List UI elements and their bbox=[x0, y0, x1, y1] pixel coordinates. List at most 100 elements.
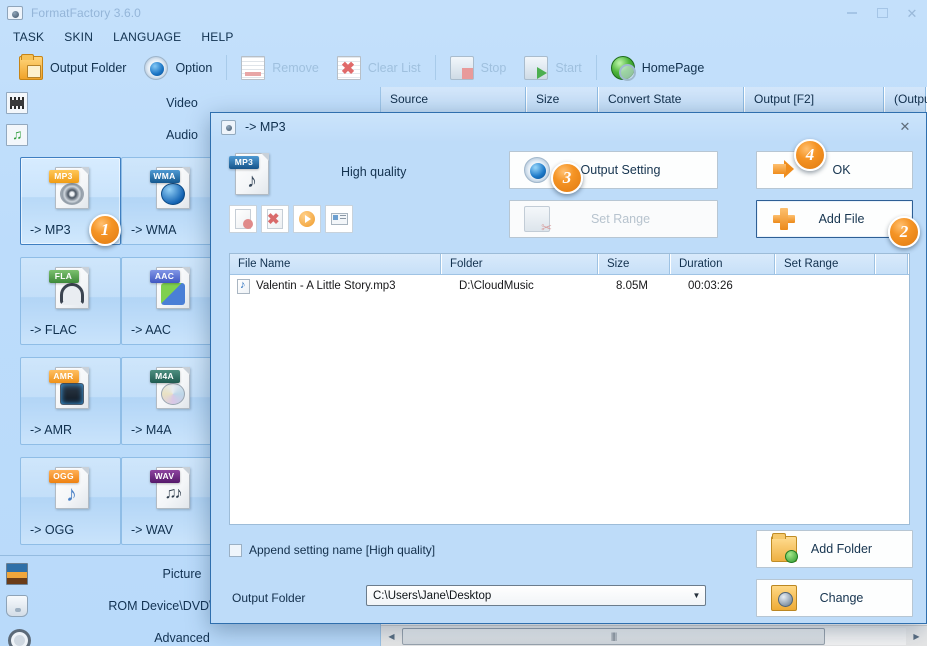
dialog-title-bar: -> MP3 ✕ bbox=[211, 113, 926, 141]
scrollbar-thumb[interactable]: |||| bbox=[402, 628, 825, 645]
format-label-aac: -> AAC bbox=[131, 323, 171, 337]
format-label-wav: -> WAV bbox=[131, 523, 173, 537]
close-icon[interactable]: ✕ bbox=[897, 0, 927, 26]
triangle-right-icon[interactable]: ▶ bbox=[908, 628, 925, 645]
scissors-icon bbox=[524, 206, 550, 232]
format-label-flac: -> FLAC bbox=[30, 323, 77, 337]
menu-skin[interactable]: SKIN bbox=[64, 28, 103, 46]
main-list-hscrollbar[interactable]: ◀ |||| ▶ bbox=[381, 625, 927, 646]
convert-start-icon bbox=[524, 56, 548, 80]
minimize-icon[interactable] bbox=[837, 0, 867, 26]
format-label-wma: -> WMA bbox=[131, 223, 176, 237]
format-tag-mp3: MP3 bbox=[49, 170, 79, 183]
wma-file-icon: WMA bbox=[152, 165, 192, 211]
annotation-badge-2: 2 bbox=[888, 216, 920, 248]
add-folder-label: Add Folder bbox=[797, 542, 912, 556]
window-controls: ✕ bbox=[837, 0, 927, 26]
format-tile-wma[interactable]: WMA -> WMA bbox=[121, 157, 222, 245]
remove-button[interactable]: Remove bbox=[232, 51, 328, 85]
scrollbar-grip: |||| bbox=[611, 631, 616, 641]
file-column-set-range[interactable]: Set Range bbox=[776, 254, 876, 274]
quality-label: High quality bbox=[341, 165, 406, 179]
maximize-icon[interactable] bbox=[867, 0, 897, 26]
mp3-file-icon: MP3 bbox=[51, 165, 91, 211]
stop-button[interactable]: Stop bbox=[441, 51, 516, 85]
category-video-label: Video bbox=[28, 96, 381, 110]
append-setting-row[interactable]: Append setting name [High quality] bbox=[229, 543, 435, 557]
start-button[interactable]: Start bbox=[515, 51, 590, 85]
column-output-extra[interactable]: (Output bbox=[885, 87, 927, 112]
row-file-name: Valentin - A Little Story.mp3 bbox=[248, 280, 451, 292]
format-tile-flac[interactable]: FLA -> FLAC bbox=[20, 257, 121, 345]
start-label: Start bbox=[555, 61, 581, 75]
minus-badge-icon bbox=[243, 219, 253, 229]
homepage-button[interactable]: HomePage bbox=[602, 51, 714, 85]
change-label: Change bbox=[797, 591, 912, 605]
file-column-extra[interactable] bbox=[876, 254, 909, 274]
dialog-app-icon bbox=[221, 120, 236, 135]
audio-file-icon bbox=[237, 279, 250, 294]
format-tile-amr[interactable]: AMR -> AMR bbox=[20, 357, 121, 445]
chevron-down-icon[interactable]: ▼ bbox=[688, 586, 705, 605]
format-label-ogg: -> OGG bbox=[30, 523, 74, 537]
app-icon bbox=[7, 5, 23, 21]
menu-task[interactable]: TASK bbox=[13, 28, 54, 46]
menu-help[interactable]: HELP bbox=[201, 28, 243, 46]
format-tag-wma: WMA bbox=[150, 170, 180, 183]
clear-list-button[interactable]: ✖ bbox=[261, 205, 289, 233]
annotation-badge-4: 4 bbox=[794, 139, 826, 171]
column-source[interactable]: Source bbox=[381, 87, 527, 112]
format-tile-aac[interactable]: AAC -> AAC bbox=[121, 257, 222, 345]
dialog-close-icon[interactable]: ✕ bbox=[892, 117, 918, 137]
output-folder-label: Output Folder bbox=[50, 61, 126, 75]
format-tag-amr: AMR bbox=[49, 370, 79, 383]
preview-play-button[interactable] bbox=[293, 205, 321, 233]
category-advanced-label: Advanced bbox=[28, 631, 381, 645]
triangle-left-icon[interactable]: ◀ bbox=[383, 628, 400, 645]
table-row[interactable]: Valentin - A Little Story.mp3 D:\CloudMu… bbox=[230, 275, 909, 297]
clear-list-label: Clear List bbox=[368, 61, 421, 75]
file-column-name[interactable]: File Name bbox=[230, 254, 442, 274]
clear-list-button[interactable]: ✖ Clear List bbox=[328, 51, 430, 85]
file-column-folder[interactable]: Folder bbox=[442, 254, 599, 274]
change-button[interactable]: Change bbox=[756, 579, 913, 617]
format-tag-m4a: M4A bbox=[150, 370, 180, 383]
option-button[interactable]: Option bbox=[135, 51, 221, 85]
formatfactory-window: FormatFactory 3.6.0 ✕ TASK SKIN LANGUAGE… bbox=[0, 0, 927, 646]
column-convert-state[interactable]: Convert State bbox=[599, 87, 745, 112]
wav-file-icon: ♫♪ WAV bbox=[152, 465, 192, 511]
remove-file-button[interactable] bbox=[229, 205, 257, 233]
file-column-duration[interactable]: Duration bbox=[671, 254, 776, 274]
append-setting-checkbox[interactable] bbox=[229, 544, 242, 557]
column-output[interactable]: Output [F2] bbox=[745, 87, 885, 112]
category-advanced[interactable]: Advanced bbox=[0, 622, 381, 646]
remove-label: Remove bbox=[272, 61, 319, 75]
play-triangle-icon bbox=[305, 215, 311, 223]
toolbar-divider-1 bbox=[226, 55, 227, 80]
format-tile-ogg[interactable]: ♪ OGG -> OGG bbox=[20, 457, 121, 545]
file-column-size[interactable]: Size bbox=[599, 254, 671, 274]
output-setting-button[interactable]: Output Setting bbox=[509, 151, 718, 189]
picture-icon bbox=[6, 563, 28, 585]
ogg-file-icon: ♪ OGG bbox=[51, 465, 91, 511]
ok-button[interactable]: OK bbox=[756, 151, 913, 189]
format-tile-wav[interactable]: ♫♪ WAV -> WAV bbox=[121, 457, 222, 545]
format-label-m4a: -> M4A bbox=[131, 423, 172, 437]
dialog-title: -> MP3 bbox=[245, 120, 286, 134]
scrollbar-track[interactable]: |||| bbox=[402, 628, 906, 645]
column-size[interactable]: Size bbox=[527, 87, 599, 112]
output-folder-button[interactable]: Output Folder bbox=[10, 51, 135, 85]
disc-drive-icon bbox=[6, 595, 28, 617]
format-tile-m4a[interactable]: M4A -> M4A bbox=[121, 357, 222, 445]
set-range-button[interactable]: Set Range bbox=[509, 200, 718, 238]
gear-icon bbox=[524, 157, 550, 183]
menu-language[interactable]: LANGUAGE bbox=[113, 28, 191, 46]
file-info-button[interactable] bbox=[325, 205, 353, 233]
row-duration: 00:03:26 bbox=[680, 280, 785, 292]
output-folder-combobox[interactable]: C:\Users\Jane\Desktop ▼ bbox=[366, 585, 706, 606]
add-folder-button[interactable]: Add Folder bbox=[756, 530, 913, 568]
document-x-icon: ✖ bbox=[337, 56, 361, 80]
file-list[interactable]: File Name Folder Size Duration Set Range… bbox=[229, 253, 910, 525]
main-list-header: Source Size Convert State Output [F2] (O… bbox=[381, 87, 927, 112]
title-bar: FormatFactory 3.6.0 ✕ bbox=[0, 0, 927, 26]
